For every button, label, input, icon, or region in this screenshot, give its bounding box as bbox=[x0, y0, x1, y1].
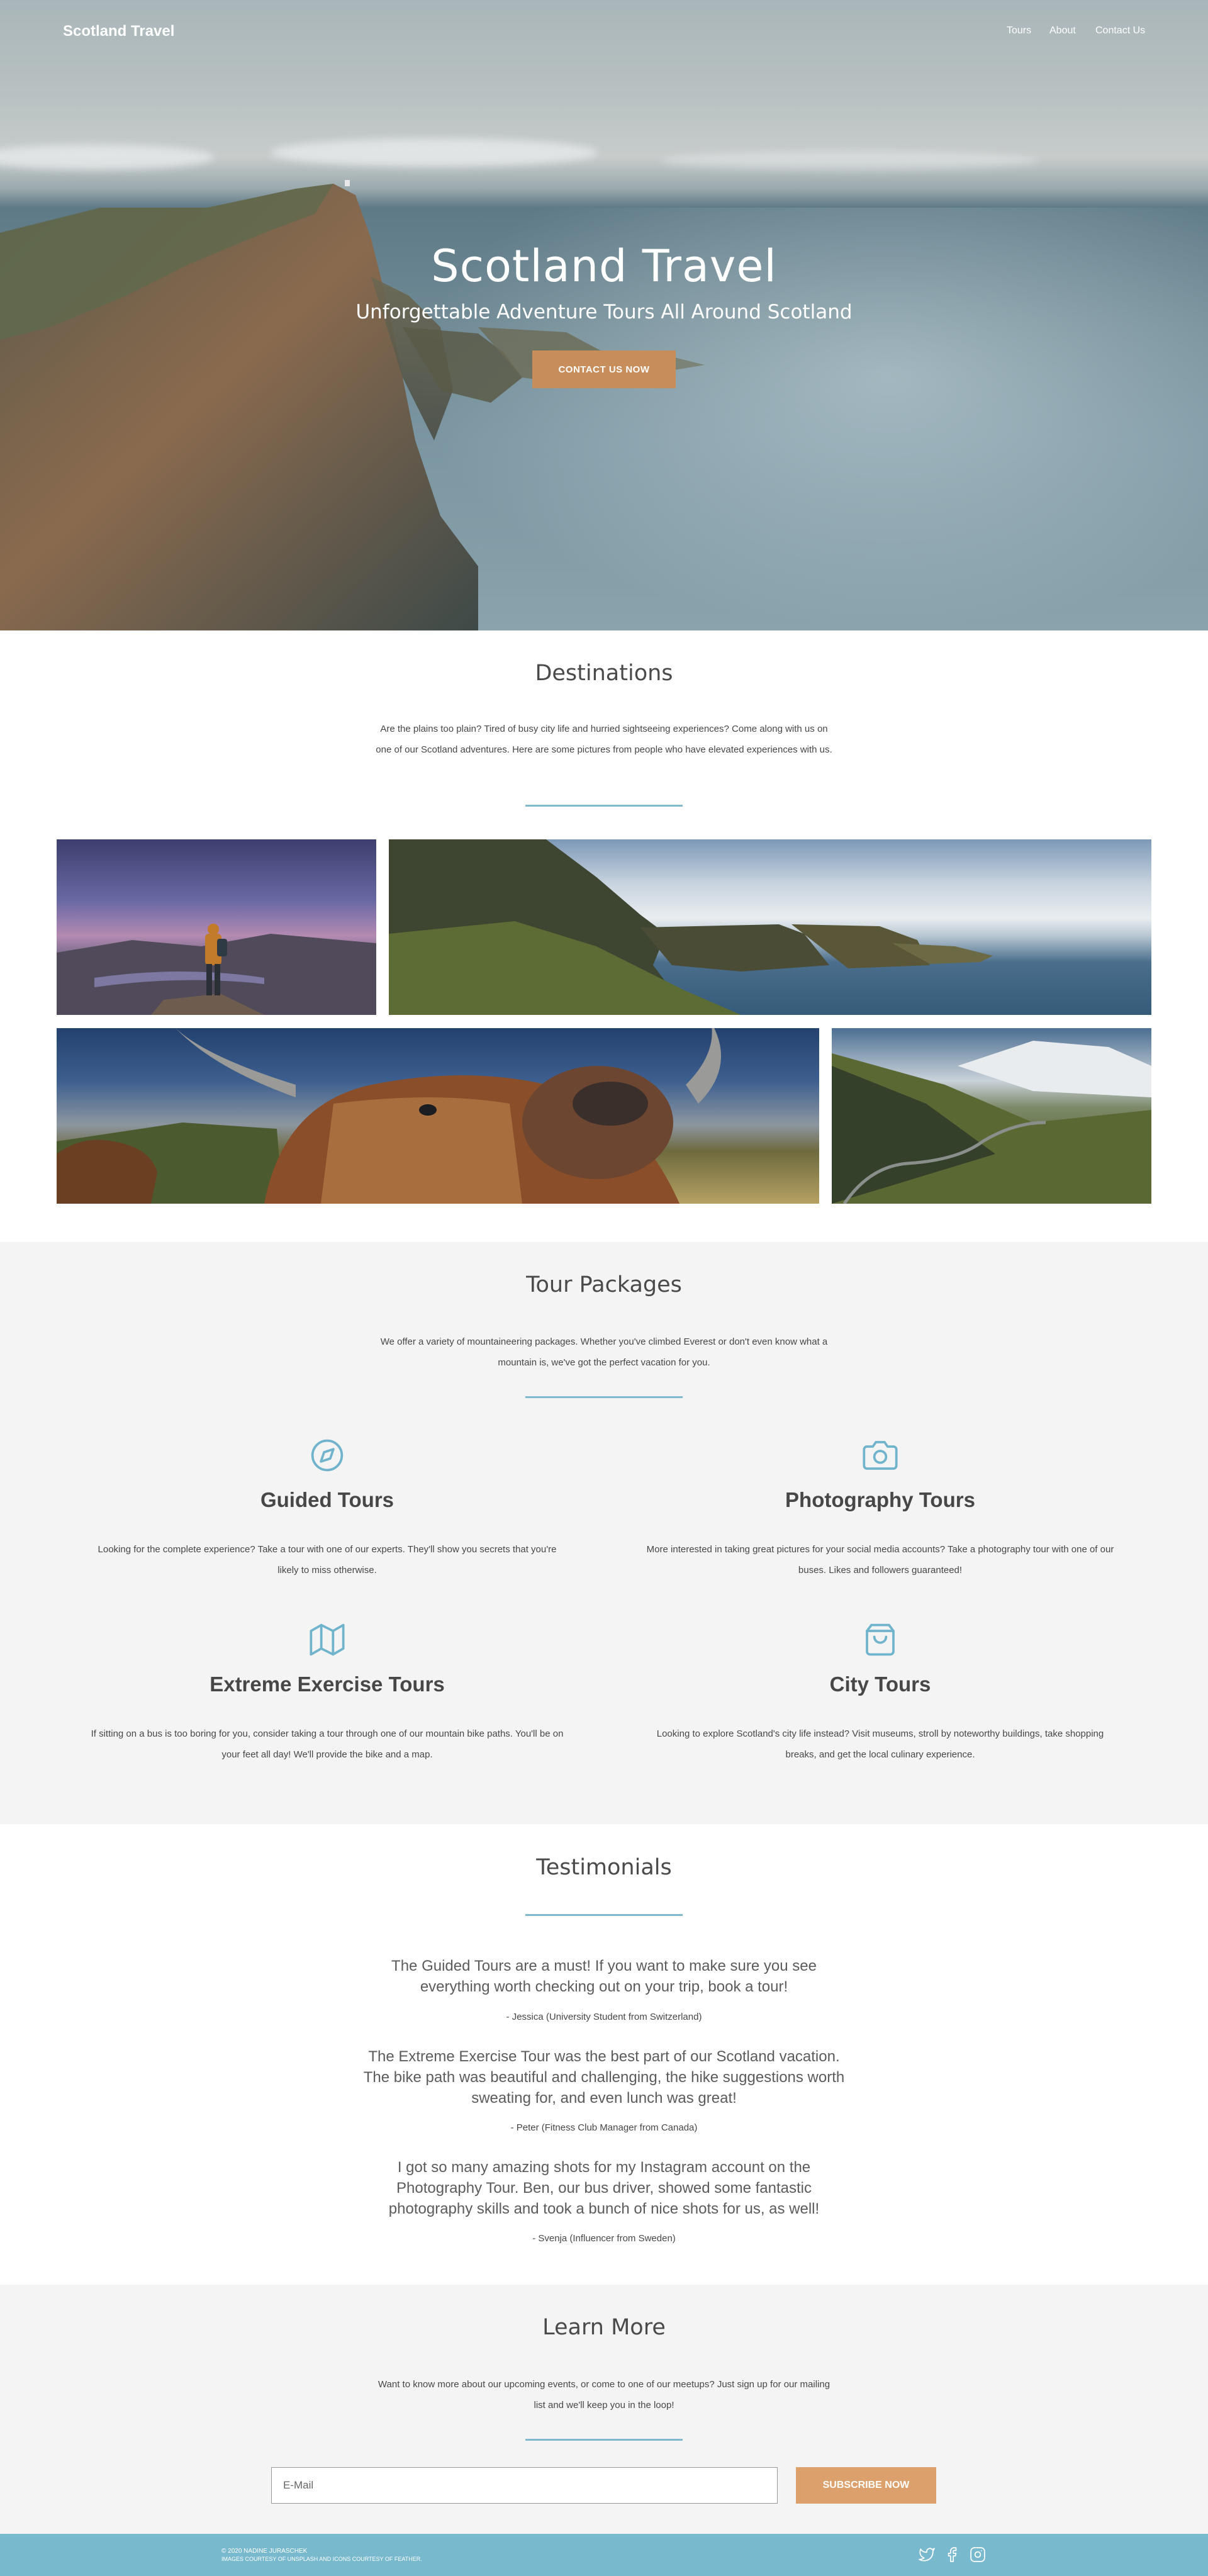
section-divider bbox=[525, 1396, 683, 1398]
brand-logo[interactable]: Scotland Travel bbox=[63, 23, 174, 40]
testimonial-quote: The Extreme Exercise Tour was the best p… bbox=[363, 2048, 845, 2107]
package-title-city: City Tours bbox=[829, 1672, 931, 1696]
section-divider bbox=[525, 1914, 683, 1916]
contact-us-button[interactable]: CONTACT US NOW bbox=[532, 350, 676, 388]
testimonials-title: Testimonials bbox=[536, 1855, 672, 1880]
shopping-bag-icon bbox=[863, 1622, 898, 1660]
footer-credits: IMAGES COURTESY OF UNSPLASH AND ICONS CO… bbox=[221, 2556, 422, 2562]
learn-more-title: Learn More bbox=[542, 2315, 666, 2340]
destinations-title: Destinations bbox=[535, 661, 673, 686]
section-divider bbox=[525, 805, 683, 807]
destinations-text: Are the plains too plain? Tired of busy … bbox=[376, 724, 832, 755]
package-title-photography: Photography Tours bbox=[785, 1488, 975, 1511]
facebook-icon[interactable] bbox=[944, 2546, 960, 2563]
testimonial-quote: The Guided Tours are a must! If you want… bbox=[391, 1957, 817, 1995]
learn-more-text: Want to know more about our upcoming eve… bbox=[378, 2379, 830, 2411]
photo-sea-cliffs bbox=[389, 839, 1151, 1015]
photo-highland-cow bbox=[57, 1028, 819, 1204]
package-text-guided: Looking for the complete experience? Tak… bbox=[98, 1544, 557, 1576]
footer: © 2020 NADINE JURASCHEK IMAGES COURTESY … bbox=[0, 2534, 1208, 2576]
packages-title: Tour Packages bbox=[526, 1272, 682, 1297]
map-icon bbox=[310, 1622, 345, 1660]
package-title-guided: Guided Tours bbox=[260, 1488, 394, 1511]
section-divider bbox=[525, 2439, 683, 2441]
nav-contact[interactable]: Contact Us bbox=[1095, 25, 1145, 36]
nav-tours[interactable]: Tours bbox=[1007, 25, 1031, 36]
hero-section: Scotland Travel Tours About Contact Us S… bbox=[0, 0, 1208, 630]
testimonial-quote: I got so many amazing shots for my Insta… bbox=[388, 2159, 820, 2217]
camera-icon bbox=[863, 1438, 898, 1476]
testimonial-author: - Peter (Fitness Club Manager from Canad… bbox=[510, 2122, 698, 2133]
compass-icon bbox=[310, 1438, 345, 1476]
footer-copyright: © 2020 NADINE JURASCHEK bbox=[221, 2548, 308, 2555]
package-text-photography: More interested in taking great pictures… bbox=[646, 1544, 1114, 1576]
hero-subtitle: Unforgettable Adventure Tours All Around… bbox=[355, 301, 853, 323]
package-text-city: Looking to explore Scotland's city life … bbox=[656, 1728, 1104, 1760]
packages-text: We offer a variety of mountaineering pac… bbox=[380, 1336, 828, 1368]
photo-hiker-lake bbox=[57, 839, 376, 1015]
subscribe-button[interactable]: SUBSCRIBE NOW bbox=[796, 2467, 936, 2504]
hero-title: Scotland Travel bbox=[431, 240, 777, 292]
nav-about[interactable]: About bbox=[1049, 25, 1076, 36]
twitter-icon[interactable] bbox=[919, 2546, 935, 2563]
email-field[interactable] bbox=[271, 2467, 778, 2504]
package-title-extreme: Extreme Exercise Tours bbox=[210, 1672, 445, 1696]
photo-valley-road bbox=[832, 1028, 1151, 1204]
package-text-extreme: If sitting on a bus is too boring for yo… bbox=[91, 1728, 564, 1760]
testimonial-author: - Jessica (University Student from Switz… bbox=[506, 2012, 702, 2022]
instagram-icon[interactable] bbox=[970, 2546, 986, 2563]
testimonial-author: - Svenja (Influencer from Sweden) bbox=[532, 2233, 676, 2244]
